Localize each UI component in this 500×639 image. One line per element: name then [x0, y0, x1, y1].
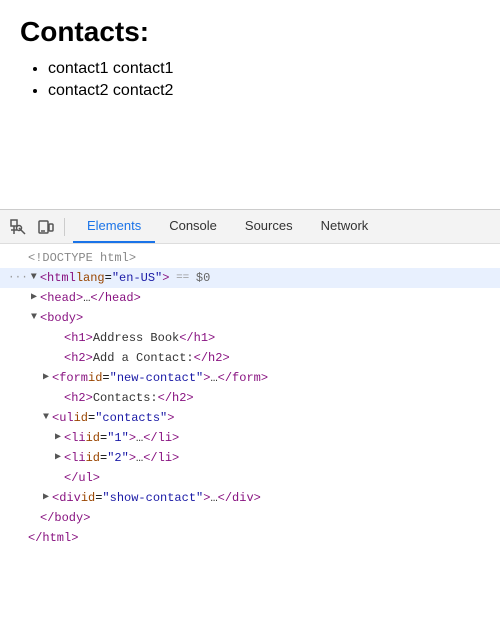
tree-line-ul-close[interactable]: </ul>: [0, 468, 500, 488]
tab-console[interactable]: Console: [155, 210, 231, 243]
devtools-tabs: Elements Console Sources Network: [73, 210, 382, 243]
tree-line-h2-contacts[interactable]: <h2> Contacts: </h2>: [0, 388, 500, 408]
page-title: Contacts:: [20, 16, 480, 48]
page-content: Contacts: contact1 contact1 contact2 con…: [0, 0, 500, 120]
tree-line-li-1[interactable]: ▶ <li id = "1" > … </li>: [0, 428, 500, 448]
tree-line-h2-add[interactable]: <h2> Add a Contact: </h2>: [0, 348, 500, 368]
inspect-element-icon[interactable]: [4, 213, 32, 241]
tree-line-li-2[interactable]: ▶ <li id = "2" > … </li>: [0, 448, 500, 468]
tree-line-head[interactable]: ▶ <head> … </head>: [0, 288, 500, 308]
tab-elements[interactable]: Elements: [73, 210, 155, 243]
tab-network[interactable]: Network: [307, 210, 383, 243]
tab-sources[interactable]: Sources: [231, 210, 307, 243]
tree-line-html-close[interactable]: </html>: [0, 528, 500, 548]
devtools-panel: Elements Console Sources Network <!DOCTY…: [0, 209, 500, 639]
devtools-toolbar: Elements Console Sources Network: [0, 210, 500, 244]
tree-line-h1[interactable]: <h1> Address Book </h1>: [0, 328, 500, 348]
list-item: contact1 contact1: [48, 60, 480, 78]
devtools-content: <!DOCTYPE html> ··· ▼ <html lang = "en-U…: [0, 244, 500, 639]
tree-line-form[interactable]: ▶ <form id = "new-contact" > … </form>: [0, 368, 500, 388]
tree-line-body-close[interactable]: </body>: [0, 508, 500, 528]
list-item: contact2 contact2: [48, 82, 480, 100]
toolbar-divider: [64, 218, 65, 236]
html-tree: <!DOCTYPE html> ··· ▼ <html lang = "en-U…: [0, 244, 500, 552]
tree-line-body[interactable]: ▼ <body>: [0, 308, 500, 328]
tree-line-ul[interactable]: ▼ <ul id = "contacts" >: [0, 408, 500, 428]
tree-line-html[interactable]: ··· ▼ <html lang = "en-US" > == $0: [0, 268, 500, 288]
device-toolbar-icon[interactable]: [32, 213, 60, 241]
tree-line[interactable]: <!DOCTYPE html>: [0, 248, 500, 268]
contact-list: contact1 contact1 contact2 contact2: [20, 60, 480, 100]
tree-line-div-show[interactable]: ▶ <div id = "show-contact" > … </div>: [0, 488, 500, 508]
